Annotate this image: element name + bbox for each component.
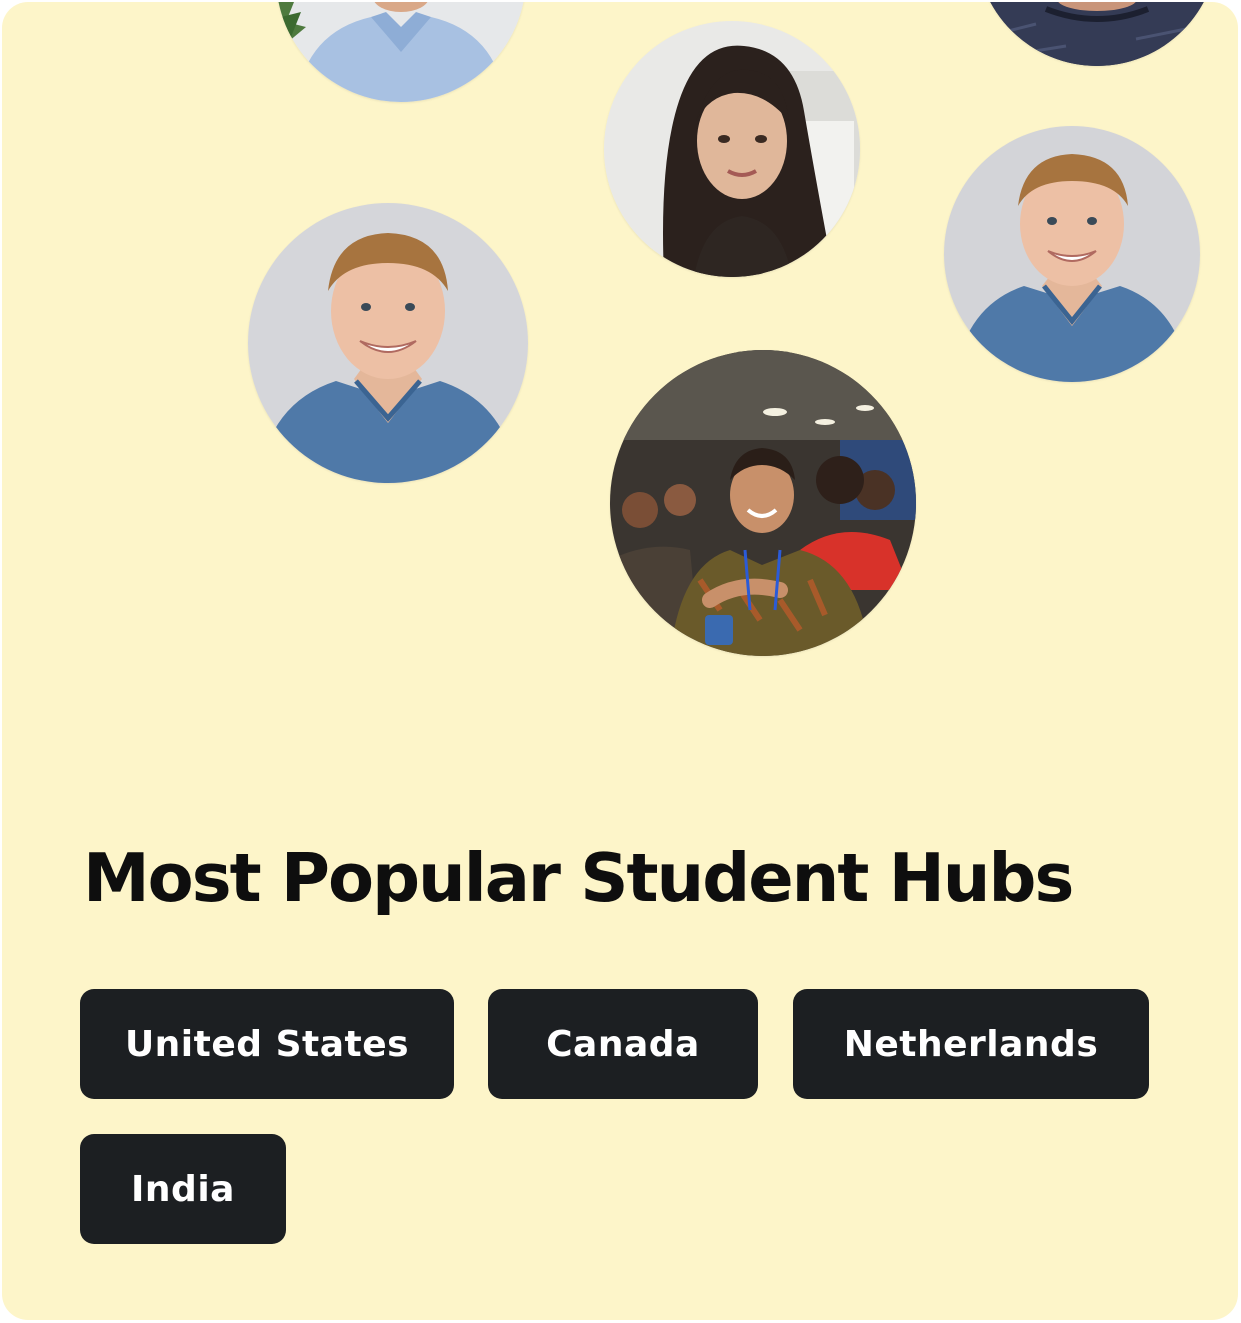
student-hubs-card: Most Popular Student Hubs United States … <box>2 2 1238 1320</box>
student-avatar-photo <box>276 2 526 102</box>
student-avatar-photo <box>976 2 1218 66</box>
hub-button-netherlands[interactable]: Netherlands <box>793 989 1149 1099</box>
section-title: Most Popular Student Hubs <box>83 839 1074 917</box>
student-avatar-photo <box>604 21 860 277</box>
hub-button-canada[interactable]: Canada <box>488 989 758 1099</box>
student-avatar-photo <box>944 126 1200 382</box>
student-avatar-photo <box>610 350 916 656</box>
hub-button-united-states[interactable]: United States <box>80 989 454 1099</box>
student-avatar-photo <box>248 203 528 483</box>
hub-button-india[interactable]: India <box>80 1134 286 1244</box>
